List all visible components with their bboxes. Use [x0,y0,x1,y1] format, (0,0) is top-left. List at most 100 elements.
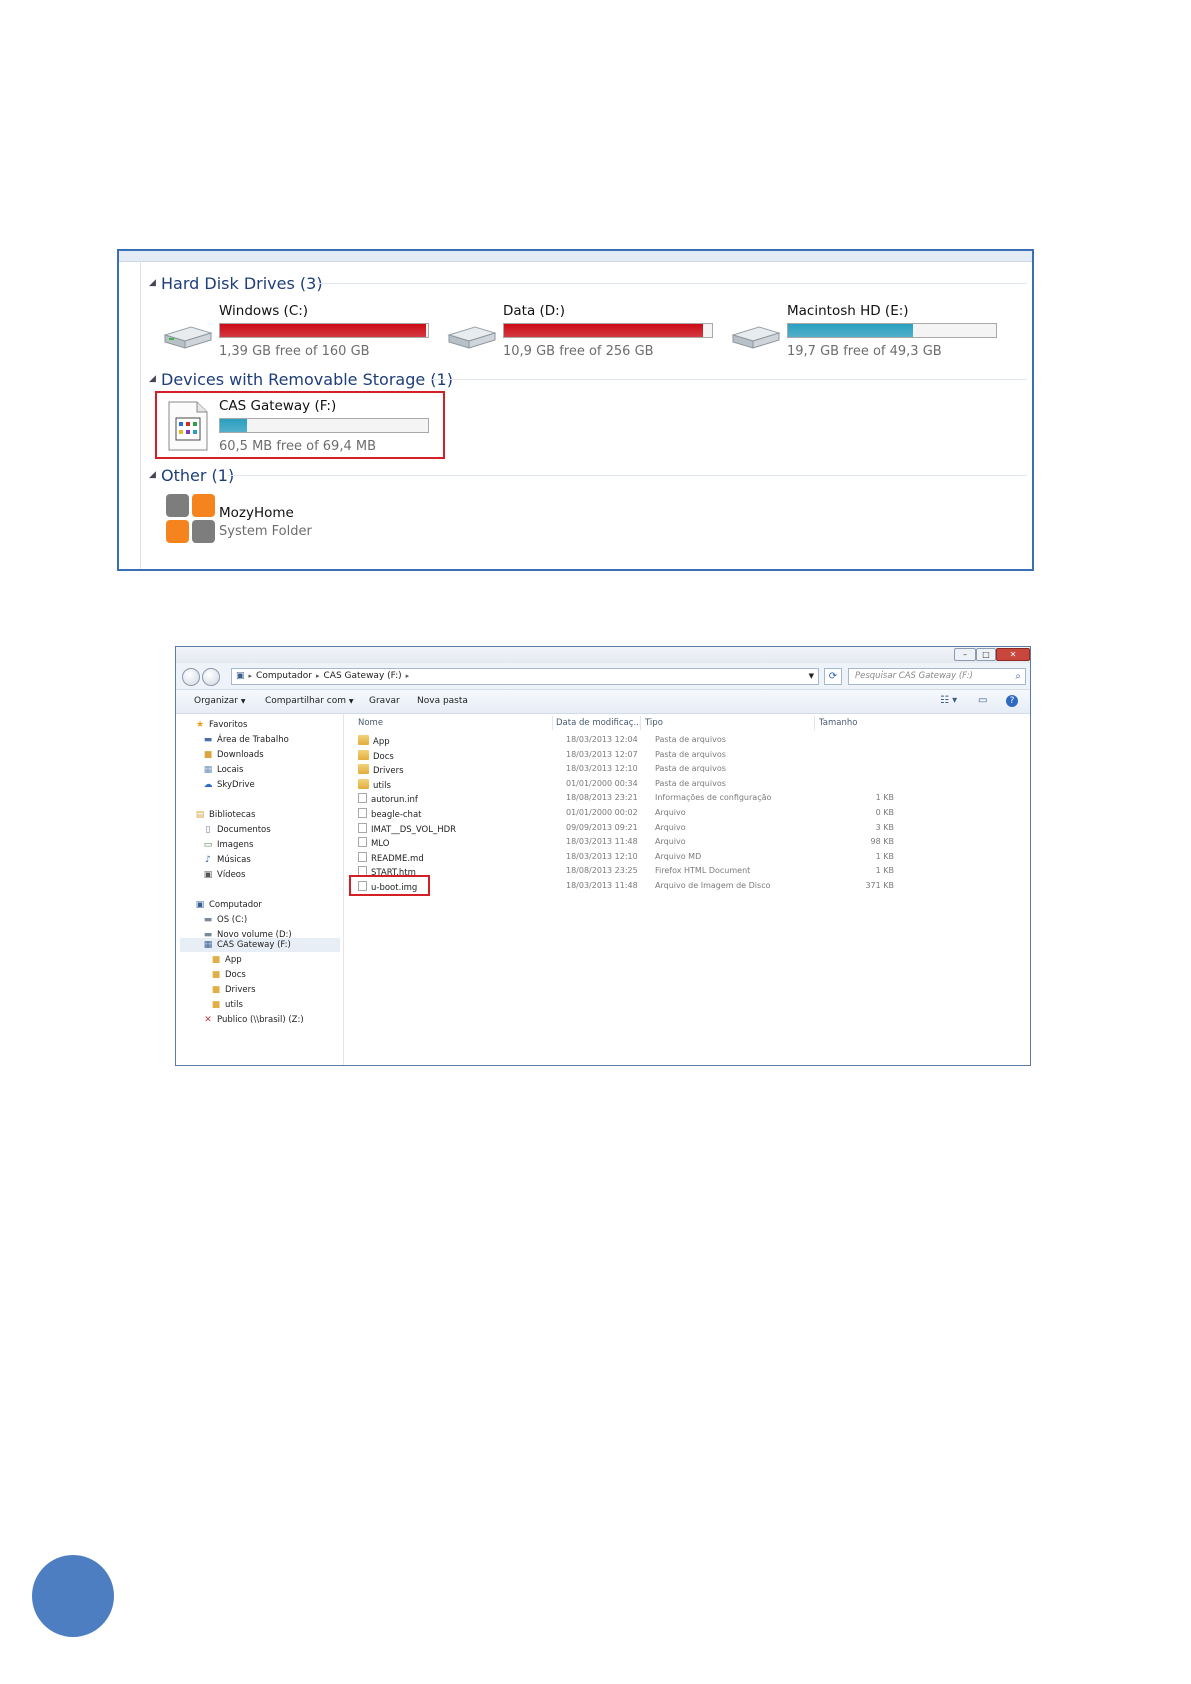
collapse-triangle-icon[interactable]: ◢ [149,278,161,288]
nav-label: Bibliotecas [209,810,256,820]
nav-label: SkyDrive [217,780,255,790]
burn-button[interactable]: Gravar [369,696,400,706]
file-type: Pasta de arquivos [655,735,726,744]
page-marker-circle [32,1555,114,1637]
drive-d[interactable]: Data (D:) 10,9 GB free of 256 GB [445,303,735,363]
forward-button[interactable] [202,668,220,686]
group-hard-disk-drives[interactable]: ◢ Hard Disk Drives (3) [149,271,323,295]
file-row[interactable]: START.htm 18/08/2013 23:25 Firefox HTML Do… [354,864,1030,879]
file-type: Arquivo [655,837,686,847]
hard-drive-icon [447,326,497,349]
computer-drive-icon: ▣ [236,671,245,681]
file-icon [358,793,367,804]
search-input[interactable]: Pesquisar CAS Gateway (F:) ⌕ [848,668,1026,685]
file-type: Pasta de arquivos [655,749,726,759]
nav-label: Locais [217,765,244,775]
mozyhome-item[interactable]: MozyHome System Folder [161,493,381,547]
column-date[interactable]: Data de modificaç... [556,718,642,728]
file-row[interactable]: App 18/03/2013 12:04 Pasta de arquivos [354,733,1030,748]
maximize-button[interactable]: □ [976,648,996,661]
file-type: Informações de configuração [655,793,772,803]
file-row[interactable]: u-boot.img 18/03/2013 11:48 Arquivo de Ima… [354,879,1030,894]
file-name: autorun.inf [371,795,418,806]
column-name[interactable]: Nome [358,718,383,728]
nav-images[interactable]: ▭ Imagens [202,838,254,852]
file-date: 09/09/2013 09:21 [566,822,638,832]
nav-os-c[interactable]: ▬ OS (C:) [202,913,248,927]
collapse-triangle-icon[interactable]: ◢ [149,374,161,384]
refresh-button[interactable]: ⟳ [824,668,842,685]
file-row[interactable]: MLO 18/03/2013 11:48 Arquivo 98 KB [354,835,1030,850]
column-size[interactable]: Tamanho [819,718,857,728]
file-name: Drivers [373,766,404,777]
folder-icon [358,778,369,789]
share-menu[interactable]: Compartilhar com ▼ [265,696,354,706]
file-size: 3 KB [875,822,894,832]
nav-computer[interactable]: ▣ Computador [194,898,262,912]
help-icon[interactable]: ? [1006,695,1018,707]
file-name-cell: App [358,735,390,747]
nav-skydrive[interactable]: ☁ SkyDrive [202,778,255,792]
preview-pane-icon[interactable]: ▭ [978,695,987,706]
file-name-cell: README.md [358,851,424,864]
file-row[interactable]: Docs 18/03/2013 12:07 Pasta de arquivos [354,748,1030,763]
nav-drivers[interactable]: ■ Drivers [210,983,256,997]
free-space-text: 1,39 GB free of 160 GB [219,344,370,359]
drive-e[interactable]: Macintosh HD (E:) 19,7 GB free of 49,3 G… [729,303,1019,363]
group-other[interactable]: ◢ Other (1) [149,463,234,487]
nav-app[interactable]: ■ App [210,953,242,967]
file-name: beagle-chat [371,810,422,820]
file-type: Arquivo [655,808,686,817]
column-separator[interactable] [552,716,553,730]
file-row[interactable]: Drivers 18/03/2013 12:10 Pasta de arquivos [354,762,1030,777]
nav-downloads[interactable]: ■ Downloads [202,748,264,762]
file-row[interactable]: beagle-chat 01/01/2000 00:02 Arquivo 0 KB [354,806,1030,821]
minimize-button[interactable]: – [954,648,976,661]
nav-label: Publico (\\brasil) (Z:) [217,1015,304,1025]
organize-menu[interactable]: Organizar ▼ [194,696,246,706]
file-row[interactable]: utils 01/01/2000 00:34 Pasta de arquivos [354,777,1030,792]
file-name-cell: MLO [358,837,389,849]
dropdown-arrow-icon[interactable]: ▼ [809,669,814,684]
nav-places[interactable]: ▦ Locais [202,763,244,777]
column-separator[interactable] [640,716,641,730]
network-drive-disconnected-icon: ✕ [204,1015,212,1025]
breadcrumb-drive[interactable]: CAS Gateway (F:) [324,671,402,681]
nav-favorites[interactable]: ★ Favoritos [194,718,247,732]
column-type[interactable]: Tipo [645,718,663,728]
folder-icon: ■ [211,970,221,980]
nav-music[interactable]: ♪ Músicas [202,853,251,867]
nav-label: App [225,955,242,965]
file-date: 01/01/2000 00:02 [566,808,638,817]
file-type: Pasta de arquivos [655,778,726,788]
nav-utils[interactable]: ■ utils [210,998,243,1012]
collapse-triangle-icon[interactable]: ◢ [149,470,161,480]
group-removable-storage[interactable]: ◢ Devices with Removable Storage (1) [149,367,453,391]
highlight-box [349,875,430,896]
breadcrumb-computer[interactable]: Computador [256,671,312,681]
drive-name: Macintosh HD (E:) [787,303,909,319]
desktop-icon: ▬ [203,735,213,745]
file-row[interactable]: autorun.inf 18/08/2013 23:21 Informações d… [354,791,1030,806]
view-options-icon[interactable]: ☷ ▾ [940,695,957,706]
back-button[interactable] [182,668,200,686]
drive-c[interactable]: Windows (C:) 1,39 GB free of 160 GB [161,303,451,363]
close-button[interactable]: ✕ [996,648,1030,661]
file-date: 01/01/2000 00:34 [566,778,638,788]
title-bar: – □ ✕ [176,647,1030,663]
address-bar[interactable]: ▣ ▸ Computador ▸ CAS Gateway (F:) ▸ ▼ [231,668,819,685]
nav-cas-gateway[interactable]: ▦ CAS Gateway (F:) [202,938,291,952]
file-row[interactable]: README.md 18/03/2013 12:10 Arquivo MD 1 KB [354,850,1030,865]
nav-documents[interactable]: ▯ Documentos [202,823,271,837]
nav-public-z[interactable]: ✕ Publico (\\brasil) (Z:) [202,1013,304,1027]
nav-docs[interactable]: ■ Docs [210,968,246,982]
file-size: 98 KB [870,837,894,847]
file-row[interactable]: IMAT__DS_VOL_HDR 09/09/2013 09:21 Arquivo 3… [354,821,1030,836]
file-date: 18/08/2013 23:25 [566,866,638,876]
nav-videos[interactable]: ▣ Vídeos [202,868,246,882]
file-name: Docs [373,751,394,762]
nav-libraries[interactable]: ▤ Bibliotecas [194,808,256,822]
column-separator[interactable] [814,716,815,730]
nav-desktop[interactable]: ▬ Área de Trabalho [202,733,289,747]
new-folder-button[interactable]: Nova pasta [417,696,468,706]
